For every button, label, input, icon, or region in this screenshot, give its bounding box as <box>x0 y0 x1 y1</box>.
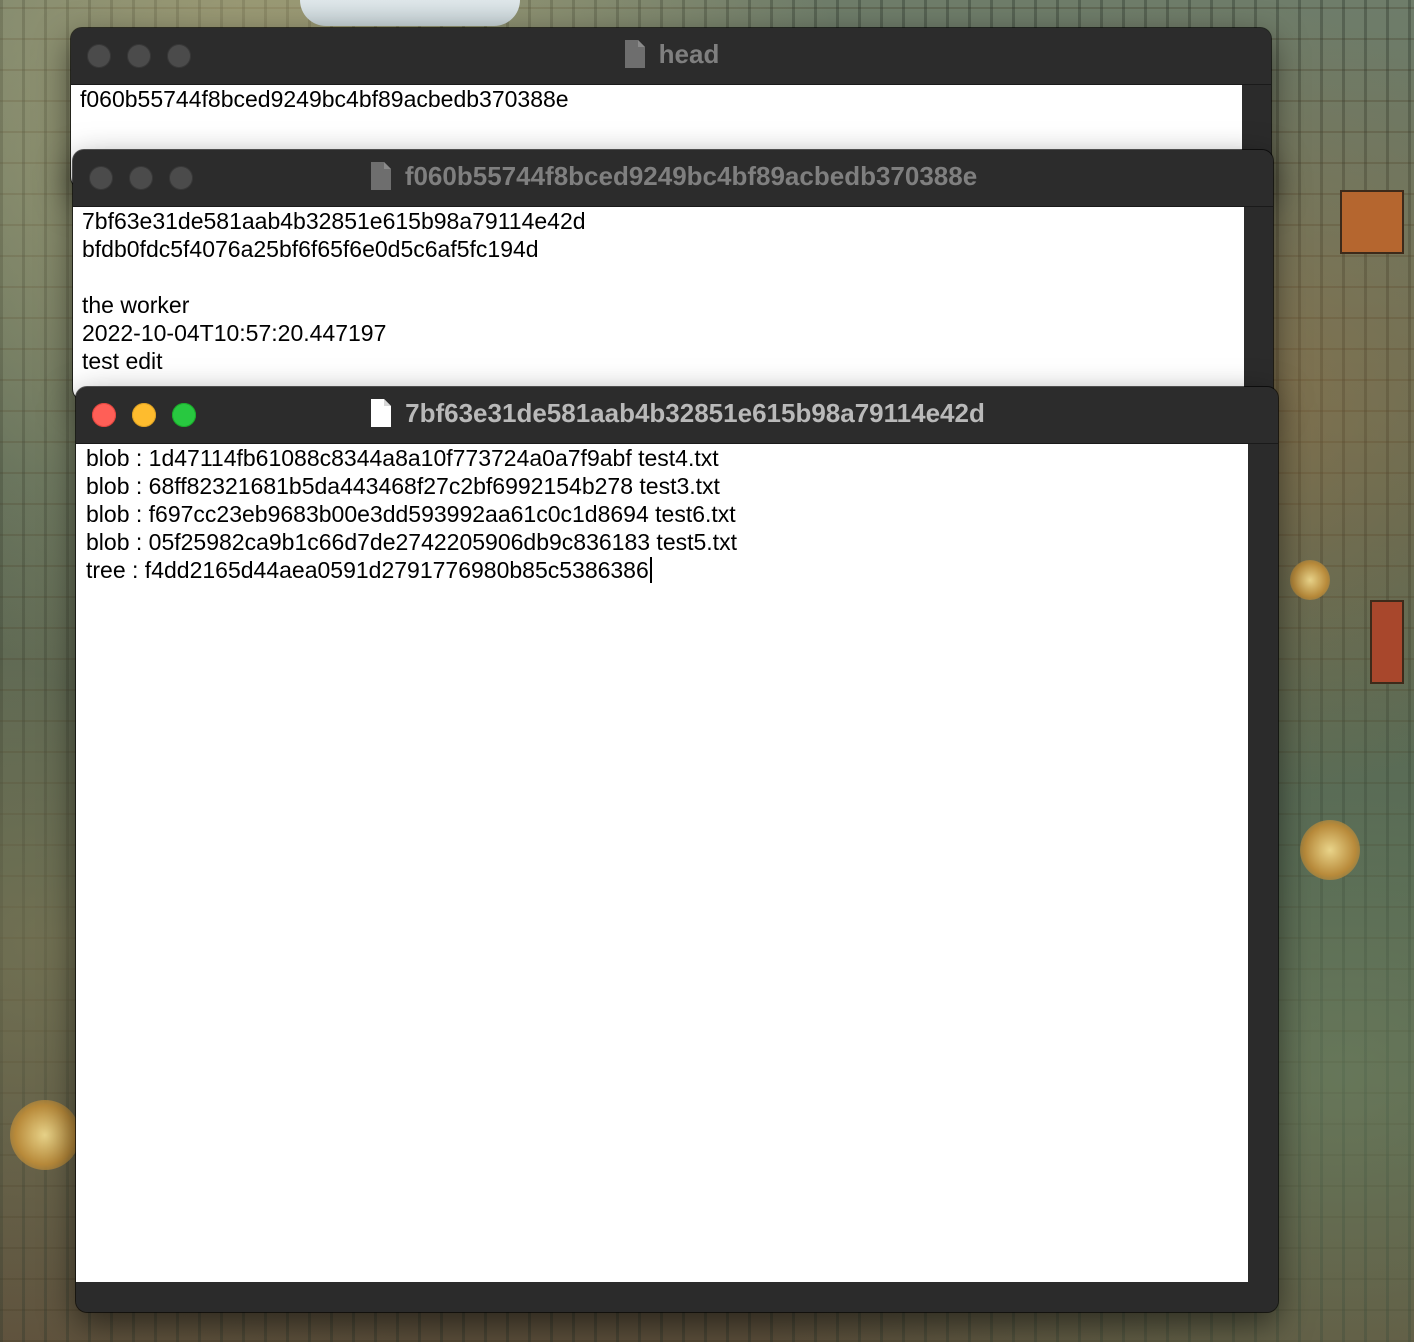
text-line: test edit <box>82 348 163 374</box>
text-line: blob : 05f25982ca9b1c66d7de2742205906db9… <box>86 529 737 555</box>
text-line: blob : f697cc23eb9683b00e3dd593992aa61c0… <box>86 501 736 527</box>
scrollbar[interactable] <box>1244 207 1273 400</box>
scrollbar[interactable] <box>1248 444 1278 1282</box>
text-area[interactable]: blob : 1d47114fb61088c8344a8a10f773724a0… <box>76 444 1248 1282</box>
window-bottom-bar <box>76 1282 1278 1312</box>
text-cursor <box>649 557 652 583</box>
wallpaper-sky <box>300 0 520 26</box>
text-line: 2022-10-04T10:57:20.447197 <box>82 320 387 346</box>
text-line-with-caret: tree : f4dd2165d44aea0591d2791776980b85c… <box>86 556 1242 584</box>
window-title: 7bf63e31de581aab4b32851e615b98a79114e42d <box>76 387 1278 443</box>
text-line: blob : 1d47114fb61088c8344a8a10f773724a0… <box>86 445 719 471</box>
text-line: 7bf63e31de581aab4b32851e615b98a79114e42d <box>82 208 586 234</box>
window-title-text: head <box>658 39 720 69</box>
text-line: f060b55744f8bced9249bc4bf89acbedb370388e <box>80 86 569 112</box>
wallpaper-sign <box>1370 600 1404 684</box>
window-title-text: 7bf63e31de581aab4b32851e615b98a79114e42d <box>405 398 985 428</box>
window-titlebar[interactable]: head <box>71 28 1271 85</box>
window-title-text: f060b55744f8bced9249bc4bf89acbedb370388e <box>404 161 978 191</box>
text-line <box>82 263 1238 291</box>
editor-window-tree[interactable]: 7bf63e31de581aab4b32851e615b98a79114e42d… <box>76 387 1278 1312</box>
window-title: f060b55744f8bced9249bc4bf89acbedb370388e <box>73 150 1273 206</box>
editor-window-commit[interactable]: f060b55744f8bced9249bc4bf89acbedb370388e… <box>73 150 1273 400</box>
document-icon <box>370 162 391 190</box>
window-titlebar[interactable]: 7bf63e31de581aab4b32851e615b98a79114e42d <box>76 387 1278 444</box>
window-title: head <box>71 28 1271 84</box>
wallpaper-sign <box>1340 190 1404 254</box>
wallpaper-lamp <box>1290 560 1330 600</box>
wallpaper-lamp <box>10 1100 80 1170</box>
text-line: tree : f4dd2165d44aea0591d2791776980b85c… <box>86 557 649 583</box>
wallpaper-lamp <box>1300 820 1360 880</box>
window-titlebar[interactable]: f060b55744f8bced9249bc4bf89acbedb370388e <box>73 150 1273 207</box>
text-line: bfdb0fdc5f4076a25bf6f65f6e0d5c6af5fc194d <box>82 236 539 262</box>
document-icon <box>624 40 645 68</box>
text-area[interactable]: 7bf63e31de581aab4b32851e615b98a79114e42d… <box>73 207 1244 400</box>
document-icon <box>371 399 392 427</box>
text-line: the worker <box>82 292 190 318</box>
text-line: blob : 68ff82321681b5da443468f27c2bf6992… <box>86 473 720 499</box>
